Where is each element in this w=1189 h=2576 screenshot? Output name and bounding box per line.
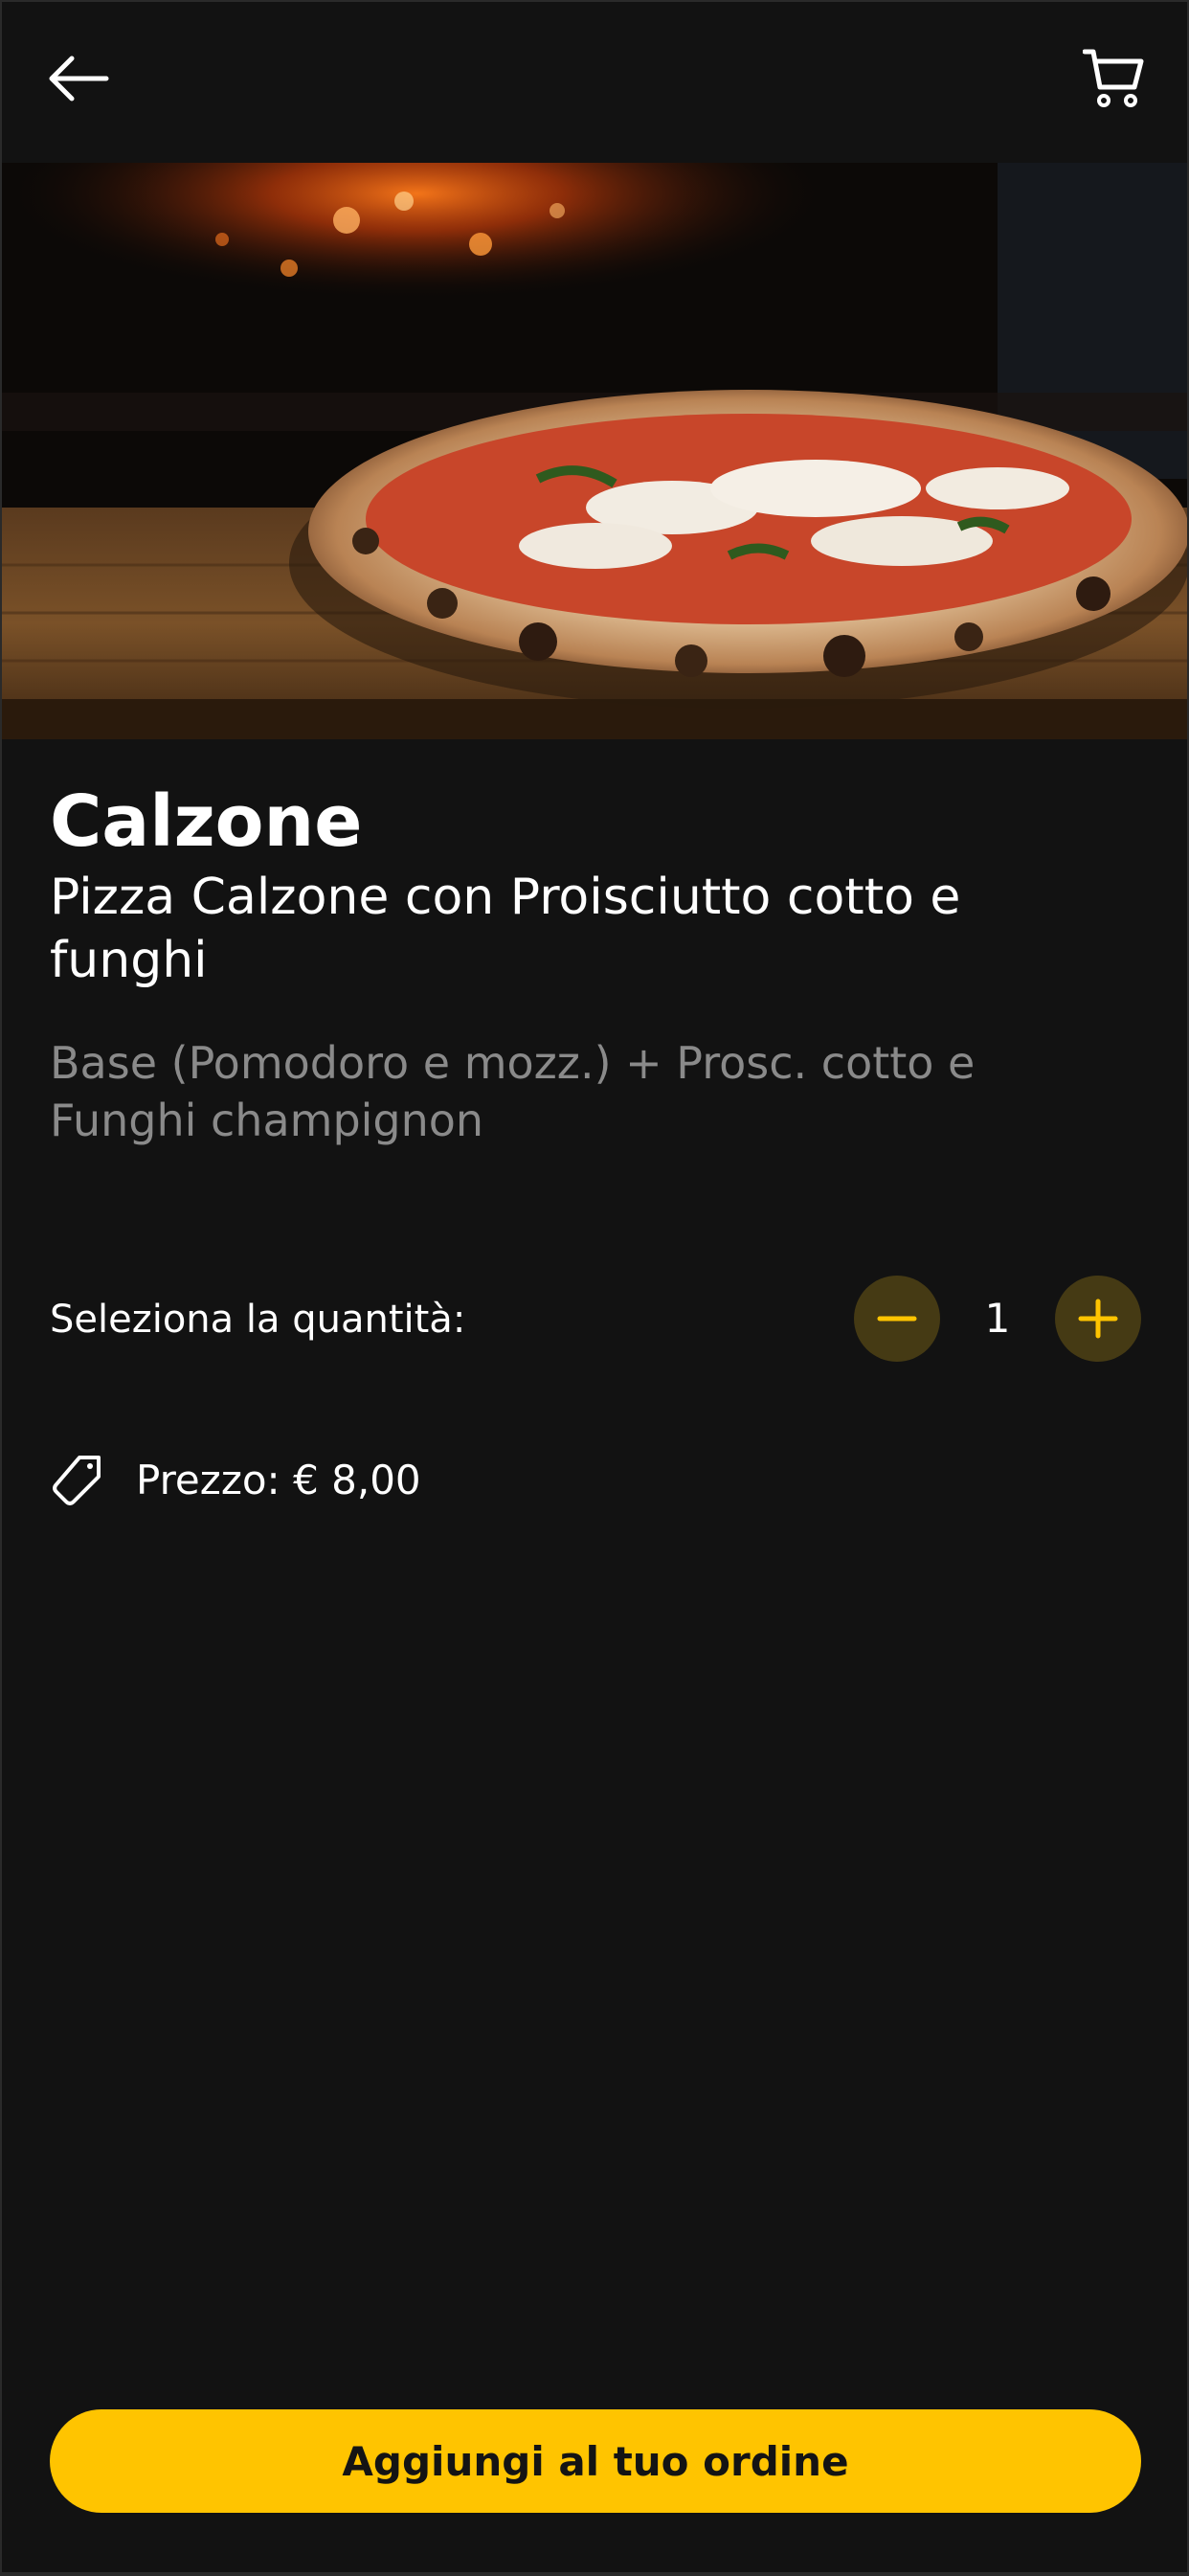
shopping-cart-icon: [1083, 49, 1144, 107]
product-detail-screen: Calzone Pizza Calzone con Proisciutto co…: [2, 2, 1187, 2572]
decrease-quantity-button[interactable]: [854, 1276, 940, 1362]
product-info: Calzone Pizza Calzone con Proisciutto co…: [50, 780, 1132, 1149]
product-subtitle: Pizza Calzone con Proisciutto cotto e fu…: [50, 869, 961, 989]
add-to-order-button[interactable]: Aggiungi al tuo ordine: [50, 2409, 1141, 2513]
back-button[interactable]: [44, 44, 113, 113]
quantity-value: 1: [984, 1295, 1011, 1342]
top-bar: [2, 2, 1187, 163]
add-to-order-label: Aggiungi al tuo ordine: [342, 2437, 849, 2485]
arrow-left-icon: [49, 56, 109, 102]
price-tag-icon: [50, 1453, 105, 1508]
pizza-photo: [2, 163, 1187, 739]
price-info: Prezzo: € 8,00: [50, 1450, 421, 1511]
minus-icon: [877, 1316, 917, 1322]
product-image: [2, 163, 1187, 739]
quantity-label: Seleziona la quantità:: [50, 1298, 466, 1342]
quantity-selector: Seleziona la quantità: 1: [50, 1276, 1141, 1362]
plus-icon: [1078, 1299, 1118, 1339]
price-label: Prezzo: € 8,00: [136, 1457, 421, 1503]
cart-button[interactable]: [1078, 42, 1151, 115]
increase-quantity-button[interactable]: [1055, 1276, 1141, 1362]
product-title: Calzone: [50, 780, 363, 863]
product-description: Base (Pomodoro e mozz.) + Prosc. cotto e…: [50, 1037, 976, 1146]
